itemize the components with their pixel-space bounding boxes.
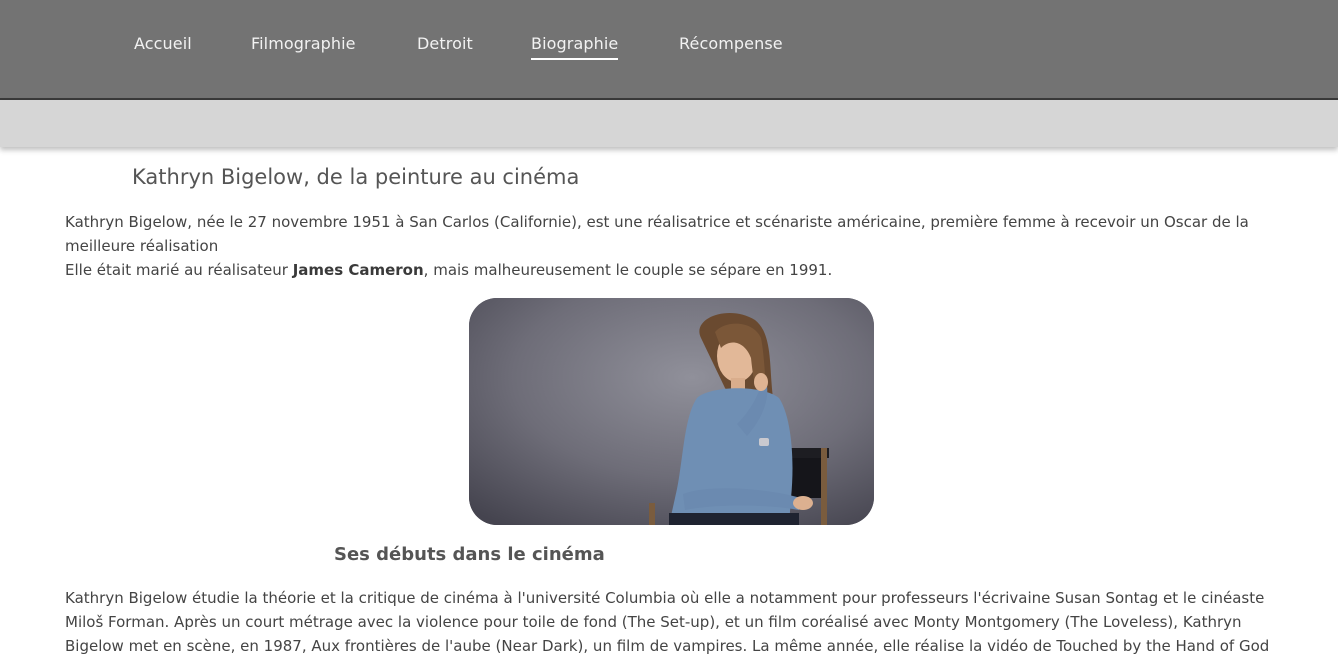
james-cameron-name: James Cameron	[292, 261, 424, 279]
nav-link-biographie[interactable]: Biographie	[531, 34, 619, 60]
nav-link-detroit[interactable]: Detroit	[417, 34, 473, 53]
page-title: Kathryn Bigelow, de la peinture au ciném…	[132, 165, 580, 189]
top-navigation-bar: Accueil Filmographie Detroit Biographie …	[0, 0, 1338, 100]
sub-header-bar	[0, 100, 1338, 147]
debuts-paragraph: Kathryn Bigelow étudie la théorie et la …	[65, 589, 1270, 655]
nav-link-filmographie[interactable]: Filmographie	[251, 34, 356, 53]
intro-line-1: Kathryn Bigelow, née le 27 novembre 1951…	[65, 213, 1249, 255]
intro-line-2-end: , mais malheureusement le couple se sépa…	[423, 261, 833, 279]
nav-link-recompense[interactable]: Récompense	[679, 34, 783, 53]
nav-link-accueil[interactable]: Accueil	[134, 34, 192, 53]
portrait-illustration	[469, 298, 874, 525]
intro-paragraph: Kathryn Bigelow, née le 27 novembre 1951…	[65, 210, 1290, 282]
section-title-debuts: Ses débuts dans le cinéma	[334, 544, 605, 565]
intro-line-2-start: Elle était marié au réalisateur	[65, 261, 293, 279]
kathryn-bigelow-portrait-image	[469, 298, 874, 525]
